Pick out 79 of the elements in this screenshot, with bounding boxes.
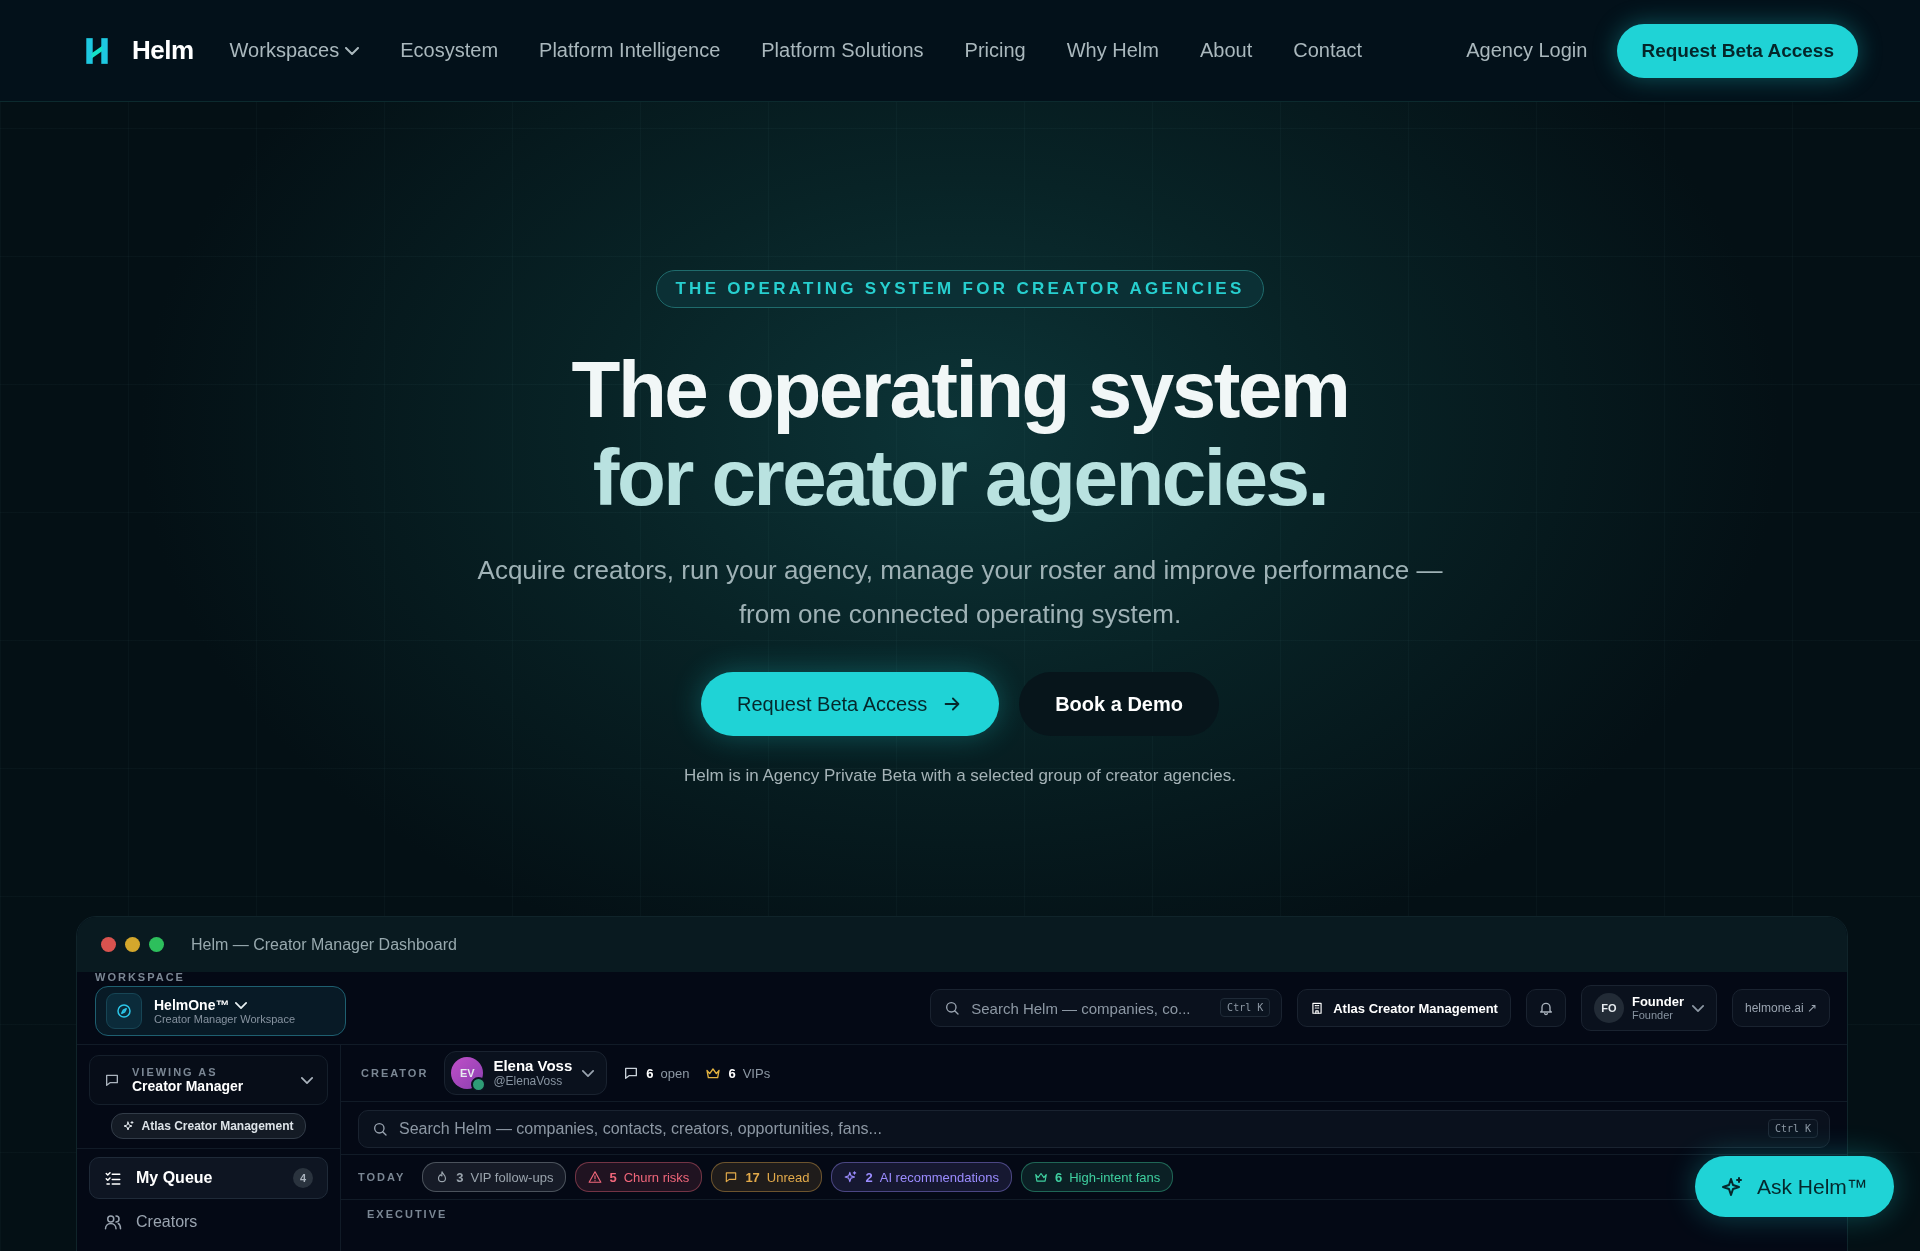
ask-assistant-button[interactable]: Ask Helm™ [1695, 1156, 1894, 1217]
chevron-icon [582, 1069, 595, 1077]
eyebrow-badge: THE OPERATING SYSTEM FOR CREATOR AGENCIES [656, 270, 1264, 308]
organization-button[interactable]: Atlas Creator Management [1297, 989, 1511, 1027]
creator-selector[interactable]: EV Elena Voss @ElenaVoss [444, 1051, 608, 1095]
window-control[interactable] [149, 937, 164, 952]
stat-value: 6 [728, 1065, 736, 1081]
sparkle-icon [123, 1120, 136, 1132]
chat-bubble-icon [623, 1065, 640, 1081]
role-name: Creator Manager [132, 1078, 244, 1094]
nav-link[interactable]: Ecosystem [400, 39, 499, 62]
user-menu[interactable]: FO Founder Founder [1580, 985, 1717, 1031]
search-icon [372, 1121, 388, 1137]
creator-avatar: EV [451, 1057, 484, 1089]
request-access-button[interactable]: Request Beta Access [1617, 23, 1858, 78]
logo-icon [84, 35, 110, 66]
section-label: TODAY [358, 1171, 406, 1183]
creator-name: Elena Voss [493, 1058, 573, 1075]
hero-subtitle: Acquire creators, run your agency, manage your roster and improve performance — from one connected operating system. [476, 554, 1444, 631]
stat-label: VIPs [742, 1065, 771, 1081]
sidebar-item[interactable]: My Queue 4 [89, 1157, 328, 1199]
building-icon [1310, 1001, 1325, 1015]
chevron-icon [301, 1076, 313, 1084]
organization-chip: Atlas Creator Management [111, 1113, 306, 1139]
nav-link[interactable]: Why Helm [1066, 39, 1159, 62]
workspace-subtitle: Creator Manager Workspace [154, 1013, 296, 1025]
filter-chip[interactable]: 3 VIP follow-ups [422, 1162, 567, 1192]
users-icon [104, 1213, 122, 1231]
window-control[interactable] [125, 937, 140, 952]
workspace-name: HelmOne™ [154, 997, 230, 1013]
nav-link[interactable]: Contact [1293, 39, 1363, 62]
nav-link[interactable]: Workspaces [229, 39, 360, 62]
filter-chip[interactable]: 17 Unread [711, 1162, 823, 1192]
stat-value: 6 [646, 1065, 654, 1081]
nav-link[interactable]: Platform Solutions [761, 39, 924, 62]
logo-wordmark[interactable]: Helm [132, 35, 194, 66]
sparkle-icon [1721, 1174, 1745, 1199]
role-switcher[interactable]: VIEWING AS Creator Manager [89, 1055, 328, 1105]
chat-bubble-icon [104, 1072, 120, 1088]
user-name: Founder [1631, 994, 1684, 1010]
section-label: WORKSPACE [95, 971, 186, 983]
filter-chip[interactable]: 5 Churn risks [575, 1162, 703, 1192]
beta-note: Helm is in Agency Private Beta with a selected group of creator agencies. [684, 766, 1236, 786]
user-avatar: FO [1593, 993, 1624, 1023]
login-link[interactable]: Agency Login [1466, 39, 1588, 62]
warning-icon [588, 1170, 603, 1184]
section-label: VIEWING AS [132, 1066, 219, 1078]
creator-handle: @ElenaVoss [493, 1074, 564, 1088]
chevron-icon [1691, 1004, 1704, 1012]
checklist-icon [104, 1169, 122, 1187]
window-control[interactable] [101, 937, 116, 952]
search-icon [944, 1000, 961, 1016]
shortcut-hint: Ctrl K [1220, 998, 1271, 1017]
notifications-button[interactable] [1525, 989, 1566, 1027]
window-title: Helm — Creator Manager Dashboard [191, 935, 457, 954]
crown-icon [1033, 1170, 1048, 1184]
compass-icon [115, 1002, 133, 1020]
hero-heading-line: for creator agencies. [591, 434, 1328, 522]
stat-label: open [660, 1065, 690, 1081]
nav-link[interactable]: Pricing [964, 39, 1026, 62]
website-link[interactable]: helmone.ai ↗ [1731, 989, 1830, 1027]
sidebar-item[interactable]: Creators [89, 1201, 328, 1243]
filter-chip[interactable]: 2 AI recommendations [831, 1162, 1012, 1192]
nav-link[interactable]: About [1199, 39, 1253, 62]
user-role: Founder [1631, 1009, 1674, 1022]
nav-link[interactable]: Platform Intelligence [539, 39, 721, 62]
section-label: CREATOR [361, 1067, 429, 1079]
hero-heading-line: The operating system [571, 346, 1349, 434]
chevron-icon [235, 1001, 248, 1009]
sparkle-icon [844, 1170, 859, 1184]
workspace-switcher[interactable]: HelmOne™ Creator Manager Workspace [95, 986, 346, 1036]
bell-icon [1537, 1000, 1554, 1016]
count-badge: 4 [293, 1168, 313, 1188]
book-demo-button[interactable]: Book a Demo [1019, 672, 1219, 736]
section-label: EXECUTIVE [366, 1207, 449, 1220]
filter-chip[interactable]: 6 High-intent fans [1020, 1162, 1174, 1192]
chat-bubble-icon [724, 1170, 739, 1184]
shortcut-hint: Ctrl K [1767, 1119, 1818, 1138]
request-access-button[interactable]: Request Beta Access [701, 672, 1000, 736]
